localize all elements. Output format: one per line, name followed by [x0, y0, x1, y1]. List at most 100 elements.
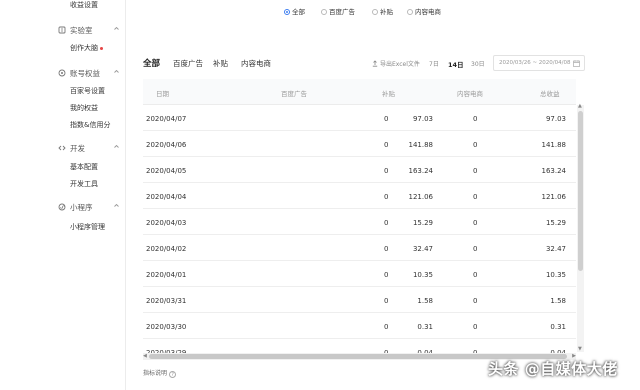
cell-date: 2020/04/05 — [146, 167, 187, 175]
scroll-down-icon[interactable]: ▼ — [578, 347, 582, 352]
sidebar-item-miniapp-manage[interactable]: 小程序管理 — [70, 222, 105, 232]
export-icon — [372, 60, 378, 67]
cell-total: 97.03 — [545, 115, 566, 123]
cell-date: 2020/04/04 — [146, 193, 187, 201]
cell-date: 2020/04/07 — [146, 115, 187, 123]
cell-subsidy: 0 — [384, 297, 389, 305]
sidebar-item-baijiahao-settings[interactable]: 百家号设置 — [70, 86, 105, 96]
scroll-left-icon[interactable]: ◀ — [143, 354, 147, 359]
cell-subsidy: 0 — [384, 167, 389, 175]
cell-date: 2020/04/01 — [146, 271, 187, 279]
sidebar-item-label: 小程序管理 — [70, 223, 105, 231]
date-range-picker[interactable]: 2020/03/26 ~ 2020/04/08 — [493, 55, 585, 71]
export-excel-button[interactable]: 导出Excel文件 — [372, 59, 420, 68]
miniapp-icon — [58, 203, 66, 211]
tab-all[interactable]: 全部 — [143, 57, 160, 69]
cell-content-ecommerce: 0 — [473, 297, 478, 305]
tab-baidu-ads[interactable]: 百度广告 — [173, 58, 203, 69]
sidebar-item-label: 指数&信用分 — [70, 121, 111, 129]
column-header-baidu-ads: 百度广告 — [281, 90, 307, 98]
help-icon: ? — [169, 371, 177, 378]
sidebar-group-label: 开发 — [70, 144, 85, 153]
cell-date: 2020/03/31 — [146, 297, 187, 305]
table-row: 2020/04/01 10.35 0 0 10.35 — [143, 261, 576, 287]
cell-date: 2020/03/30 — [146, 323, 187, 331]
cell-baidu-ads: 10.35 — [412, 271, 433, 279]
table-row: 2020/04/06 141.88 0 0 141.88 — [143, 131, 576, 157]
notification-dot — [100, 46, 103, 50]
radio-icon — [372, 9, 378, 15]
sidebar-item-creation-brain[interactable]: 创作大脑 — [70, 43, 103, 53]
table-row: 2020/04/07 97.03 0 0 97.03 — [143, 105, 576, 131]
cell-total: 121.06 — [541, 193, 567, 201]
code-icon — [58, 145, 66, 151]
vertical-scrollbar[interactable]: ▲ ▼ — [577, 104, 584, 352]
revenue-table: 日期 百度广告 补贴 内容电商 总收益 2020/04/07 97.03 0 0 97.… — [143, 79, 584, 362]
table-row: 2020/04/02 32.47 0 0 32.47 — [143, 235, 576, 261]
sidebar-item-index-credit[interactable]: 指数&信用分 — [70, 120, 110, 130]
filter-label: 补贴 — [380, 8, 393, 16]
sidebar-item-revenue-settings[interactable]: 收益设置 — [70, 0, 98, 10]
table-row: 2020/03/30 0.31 0 0 0.31 — [143, 313, 576, 339]
chevron-up-icon — [114, 144, 119, 148]
cell-subsidy: 0 — [384, 219, 389, 227]
cell-content-ecommerce: 0 — [473, 167, 478, 175]
tab-subsidy[interactable]: 补贴 — [213, 58, 228, 69]
sidebar-group-miniapp[interactable]: 小程序 — [58, 202, 120, 214]
cell-baidu-ads: 163.24 — [408, 167, 434, 175]
table-header: 日期 百度广告 补贴 内容电商 总收益 — [143, 79, 576, 105]
filter-option-content-ecommerce[interactable]: 内容电商 — [407, 6, 441, 16]
cell-baidu-ads: 141.88 — [408, 141, 434, 149]
chevron-up-icon — [114, 26, 119, 30]
sidebar-item-dev-tools[interactable]: 开发工具 — [70, 179, 98, 189]
column-header-subsidy: 补贴 — [382, 90, 395, 98]
column-header-content-ecommerce: 内容电商 — [457, 90, 483, 98]
range-30-days[interactable]: 30日 — [471, 59, 485, 68]
column-header-total: 总收益 — [540, 90, 560, 98]
sidebar-group-account-rights[interactable]: 账号权益 — [58, 68, 120, 80]
column-header-date: 日期 — [156, 90, 169, 98]
radio-icon — [321, 9, 327, 15]
radio-checked-icon — [284, 9, 290, 15]
range-14-days[interactable]: 14日 — [448, 59, 464, 69]
cell-subsidy: 0 — [384, 245, 389, 253]
sidebar-group-label: 实验室 — [70, 26, 93, 35]
cell-total: 32.47 — [545, 245, 566, 253]
cell-content-ecommerce: 0 — [473, 219, 478, 227]
chevron-up-icon — [114, 69, 119, 73]
filter-option-all[interactable]: 全部 — [284, 6, 305, 16]
range-7-days[interactable]: 7日 — [429, 59, 439, 68]
sidebar-item-my-rights[interactable]: 我的权益 — [70, 103, 98, 113]
cell-content-ecommerce: 0 — [473, 141, 478, 149]
metric-description-link[interactable]: 指标说明? — [143, 368, 177, 378]
filter-label: 内容电商 — [415, 8, 441, 16]
table-row: 2020/04/05 163.24 0 0 163.24 — [143, 157, 576, 183]
filter-option-subsidy[interactable]: 补贴 — [372, 6, 393, 16]
cell-baidu-ads: 15.29 — [412, 219, 433, 227]
sidebar-item-label: 基本配置 — [70, 163, 98, 171]
sidebar-item-label: 创作大脑 — [70, 44, 98, 52]
sidebar-item-label: 开发工具 — [70, 180, 98, 188]
table-row: 2020/04/03 15.29 0 0 15.29 — [143, 209, 576, 235]
vertical-scroll-thumb[interactable] — [578, 111, 583, 271]
sidebar-item-label: 百家号设置 — [70, 87, 105, 95]
cell-subsidy: 0 — [384, 271, 389, 279]
sidebar-group-develop[interactable]: 开发 — [58, 143, 120, 155]
cell-content-ecommerce: 0 — [473, 323, 478, 331]
tab-content-ecommerce[interactable]: 内容电商 — [241, 58, 271, 69]
sidebar-item-label: 收益设置 — [70, 1, 98, 9]
cell-total: 15.29 — [545, 219, 566, 227]
sidebar-group-lab[interactable]: 实验室 — [58, 25, 120, 37]
sidebar: 收益设置 实验室 创作大脑 账号权益 百家号设置 我的权益 指数&信用分 开发 … — [0, 0, 126, 390]
table-row: 2020/04/04 121.06 0 0 121.06 — [143, 183, 576, 209]
filter-label: 全部 — [292, 8, 305, 16]
metric-description-label: 指标说明 — [143, 370, 168, 377]
sidebar-group-label: 小程序 — [70, 203, 93, 212]
filter-option-baidu-ads[interactable]: 百度广告 — [321, 6, 355, 16]
cell-baidu-ads: 97.03 — [412, 115, 433, 123]
scroll-up-icon[interactable]: ▲ — [578, 104, 582, 109]
cell-total: 0.31 — [550, 323, 566, 331]
sidebar-item-basic-config[interactable]: 基本配置 — [70, 162, 98, 172]
cell-total: 1.58 — [550, 297, 566, 305]
sidebar-item-label: 我的权益 — [70, 104, 98, 112]
